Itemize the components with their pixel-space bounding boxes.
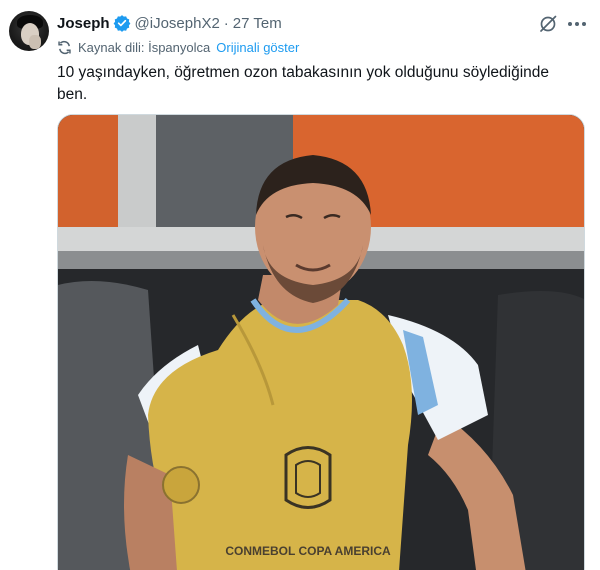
tweet-date[interactable]: 27 Tem [233,15,282,32]
media-illustration: CONMEBOL COPA AMERICA [58,115,584,570]
verified-badge-icon [113,14,131,32]
grok-icon[interactable] [538,14,558,34]
avatar[interactable] [9,11,49,51]
separator-dot: · [223,14,229,32]
avatar-hand [29,35,41,49]
translation-notice: Kaynak dili: İspanyolca Orijinali göster [57,38,299,56]
user-handle[interactable]: @iJosephX2 [135,15,220,32]
tweet[interactable]: Joseph @iJosephX2 · 27 Tem Kaynak dili: … [0,0,600,570]
tweet-text: 10 yaşındayken, öğretmen ozon tabakasını… [57,64,550,103]
source-language-label: Kaynak dili: İspanyolca [78,39,211,55]
sleeve-patch [162,466,200,504]
orange-wall-left [58,115,118,235]
show-original-link[interactable]: Orijinali göster [216,40,299,55]
translate-icon [57,40,72,55]
display-name[interactable]: Joseph [57,15,110,32]
more-icon[interactable] [566,14,588,34]
tweet-header: Joseph @iJosephX2 · 27 Tem [57,13,282,33]
tweet-media-image[interactable]: CONMEBOL COPA AMERICA [57,114,585,570]
bib-text: CONMEBOL COPA AMERICA [225,544,391,558]
